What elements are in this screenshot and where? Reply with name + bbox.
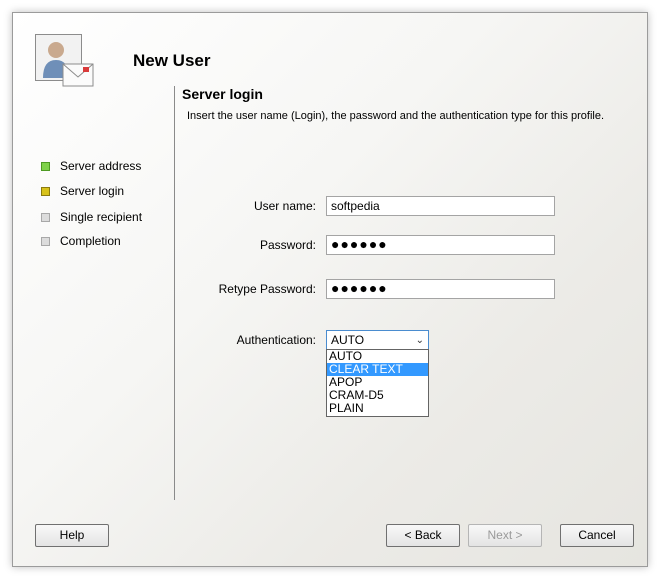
retype-password-input[interactable]: ●●●●●● [326,279,555,299]
new-user-wizard-window: New User Server login Insert the user na… [12,12,648,567]
retype-password-label: Retype Password: [218,282,316,296]
step-label: Completion [60,234,121,248]
user-mail-icon [35,34,95,90]
step-server-address: Server address [41,159,141,173]
password-label: Password: [259,238,316,252]
auth-option-plain[interactable]: PLAIN [327,402,428,415]
password-input[interactable]: ●●●●●● [326,235,555,255]
step-label: Server login [60,184,125,198]
step-label: Single recipient [60,210,143,224]
help-button[interactable]: Help [35,524,109,547]
username-input[interactable]: softpedia [326,196,555,216]
step-todo-indicator [41,236,50,246]
back-button[interactable]: < Back [386,524,460,547]
page-description: Insert the user name (Login), the passwo… [187,110,605,122]
step-label: Server address [60,159,142,173]
wizard-title: New User [133,51,211,70]
cancel-button[interactable]: Cancel [560,524,634,547]
step-done-indicator [41,161,50,171]
step-current-indicator [41,186,50,196]
chevron-down-icon: ⌄ [415,335,424,346]
page-title: Server login [182,86,263,102]
step-single-recipient: Single recipient [41,210,142,224]
authentication-select[interactable]: AUTO ⌄ [326,330,429,350]
step-completion: Completion [41,234,121,248]
authentication-dropdown-list: AUTO CLEAR TEXT APOP CRAM-D5 PLAIN [326,349,429,417]
next-button[interactable]: Next > [468,524,542,547]
username-label: User name: [253,199,316,213]
step-server-login: Server login [41,184,124,198]
authentication-label: Authentication: [236,333,316,347]
authentication-selected-value: AUTO [331,333,365,347]
step-todo-indicator [41,212,50,222]
